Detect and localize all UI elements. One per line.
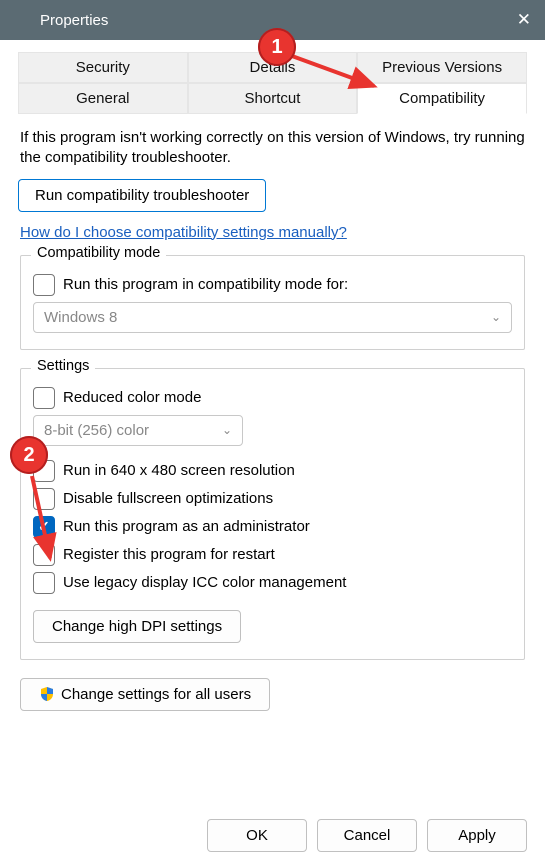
run-640-label: Run in 640 x 480 screen resolution: [63, 462, 295, 479]
compatibility-mode-group: Compatibility mode Run this program in c…: [20, 255, 525, 350]
disable-fullscreen-label: Disable fullscreen optimizations: [63, 490, 273, 507]
settings-legend: Settings: [31, 358, 95, 374]
description-text: If this program isn't working correctly …: [20, 128, 525, 169]
arrow-1-icon: [288, 50, 388, 100]
change-all-users-button[interactable]: Change settings for all users: [20, 678, 270, 711]
color-mode-select-value: 8-bit (256) color: [44, 422, 149, 439]
chevron-down-icon: ⌄: [491, 310, 501, 324]
manual-settings-link[interactable]: How do I choose compatibility settings m…: [20, 224, 347, 241]
close-icon[interactable]: ✕: [517, 10, 531, 30]
shield-icon: [39, 686, 55, 702]
legacy-icc-label: Use legacy display ICC color management: [63, 574, 346, 591]
reduced-color-checkbox[interactable]: [33, 387, 55, 409]
cancel-button[interactable]: Cancel: [317, 819, 417, 852]
compat-mode-checkbox[interactable]: [33, 274, 55, 296]
chevron-down-icon: ⌄: [222, 423, 232, 437]
run-admin-label: Run this program as an administrator: [63, 518, 310, 535]
callout-2: 2: [10, 436, 48, 474]
dialog-buttons: OK Cancel Apply: [207, 819, 527, 852]
ok-button[interactable]: OK: [207, 819, 307, 852]
apply-button[interactable]: Apply: [427, 819, 527, 852]
compat-mode-label: Run this program in compatibility mode f…: [63, 276, 348, 293]
arrow-2-icon: [22, 472, 62, 572]
window-title: Properties: [40, 12, 108, 29]
run-troubleshooter-button[interactable]: Run compatibility troubleshooter: [18, 179, 266, 212]
compatibility-mode-legend: Compatibility mode: [31, 245, 166, 261]
callout-1: 1: [258, 28, 296, 66]
register-restart-label: Register this program for restart: [63, 546, 275, 563]
compat-mode-select[interactable]: Windows 8 ⌄: [33, 302, 512, 333]
tab-general[interactable]: General: [18, 83, 188, 114]
high-dpi-button[interactable]: Change high DPI settings: [33, 610, 241, 643]
dialog-content: Security Details Previous Versions Gener…: [0, 40, 545, 711]
settings-group: Settings Reduced color mode 8-bit (256) …: [20, 368, 525, 660]
tab-security[interactable]: Security: [18, 52, 188, 83]
change-all-users-label: Change settings for all users: [61, 686, 251, 703]
legacy-icc-checkbox[interactable]: [33, 572, 55, 594]
reduced-color-label: Reduced color mode: [63, 389, 201, 406]
color-mode-select[interactable]: 8-bit (256) color ⌄: [33, 415, 243, 446]
compat-mode-select-value: Windows 8: [44, 309, 117, 326]
